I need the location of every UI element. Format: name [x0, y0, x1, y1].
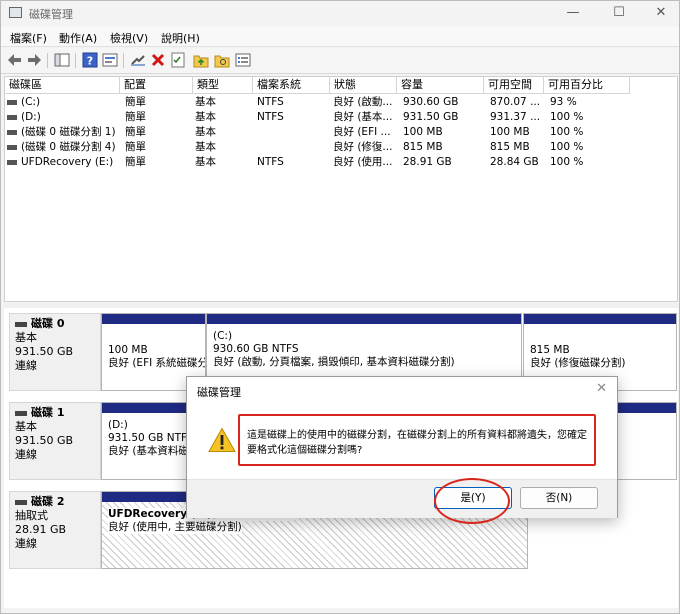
capacity-cell: 100 MB [403, 126, 443, 138]
percent-free-cell: 100 % [550, 126, 584, 138]
layout-cell: 簡單 [125, 126, 146, 138]
volume-name-cell: (D:) [7, 110, 119, 125]
volume-icon [7, 99, 17, 105]
column-header-status[interactable]: 狀態 [330, 77, 397, 94]
back-arrow-icon[interactable] [7, 52, 23, 68]
status-cell: 良好 (啟動... [333, 96, 393, 108]
column-header-layout[interactable]: 配置 [120, 77, 193, 94]
filesystem-cell: NTFS [257, 96, 284, 108]
close-button[interactable]: ✕ [646, 4, 676, 22]
disk-icon [15, 410, 27, 416]
no-button[interactable]: 否(N) [520, 487, 598, 509]
forward-arrow-icon[interactable] [26, 52, 42, 68]
volume-icon [7, 129, 17, 135]
free-space-cell: 28.84 GB [490, 156, 539, 168]
status-cell: 良好 (基本... [333, 111, 393, 123]
free-space-cell: 870.07 ... [490, 96, 541, 108]
dialog-message: 這是磁碟上的使用中的磁碟分割，在磁碟分割上的所有資料都將遺失，您確定要格式化這個… [238, 414, 596, 466]
dialog-close-button[interactable]: ✕ [596, 381, 607, 396]
capacity-cell: 28.91 GB [403, 156, 452, 168]
volume-icon [7, 144, 17, 150]
column-header-type[interactable]: 類型 [193, 77, 253, 94]
disk-0-label[interactable]: 磁碟 0 基本 931.50 GB 連線 [9, 313, 101, 391]
status-cell: 良好 (修復... [333, 141, 393, 153]
capacity-cell: 930.60 GB [403, 96, 459, 108]
status-cell: 良好 (EFI ... [333, 126, 391, 138]
type-cell: 基本 [195, 141, 216, 153]
menu-bar: 檔案(F) 動作(A) 檢視(V) 說明(H) [1, 27, 679, 47]
free-space-cell: 815 MB [490, 141, 530, 153]
partition-bar [102, 314, 205, 324]
delete-icon[interactable] [150, 52, 166, 68]
capacity-cell: 815 MB [403, 141, 443, 153]
volume-icon [7, 114, 17, 120]
type-cell: 基本 [195, 156, 216, 168]
menu-action[interactable]: 動作(A) [59, 30, 97, 46]
list-view-icon[interactable] [235, 52, 251, 68]
disk-icon [15, 321, 27, 327]
title-bar: 磁碟管理 — ☐ ✕ [1, 1, 679, 25]
percent-free-cell: 100 % [550, 141, 584, 153]
properties-icon[interactable] [102, 52, 118, 68]
volume-name-cell: UFDRecovery (E:) [7, 155, 119, 170]
maximize-button[interactable]: ☐ [604, 4, 634, 22]
menu-view[interactable]: 檢視(V) [110, 30, 148, 46]
filesystem-cell: NTFS [257, 111, 284, 123]
partition-bar [207, 314, 521, 324]
column-header-percent-free[interactable]: 可用百分比 [544, 77, 630, 94]
type-cell: 基本 [195, 96, 216, 108]
free-space-cell: 100 MB [490, 126, 530, 138]
layout-cell: 簡單 [125, 111, 146, 123]
format-confirmation-dialog: 磁碟管理 ✕ 這是磁碟上的使用中的磁碟分割，在磁碟分割上的所有資料都將遺失，您確… [186, 376, 618, 518]
dialog-title: 磁碟管理 [197, 386, 241, 399]
disk-2-label[interactable]: 磁碟 2 抽取式 28.91 GB 連線 [9, 491, 101, 569]
volume-icon [7, 159, 17, 165]
column-header-capacity[interactable]: 容量 [397, 77, 484, 94]
layout-cell: 簡單 [125, 96, 146, 108]
percent-free-cell: 100 % [550, 111, 584, 123]
window-title: 磁碟管理 [29, 8, 73, 21]
disk-management-window: 磁碟管理 — ☐ ✕ 檔案(F) 動作(A) 檢視(V) 說明(H) ? 磁碟區… [0, 0, 680, 614]
toolbar-separator [123, 53, 124, 68]
volume-list[interactable]: 磁碟區 配置 類型 檔案系統 狀態 容量 可用空間 可用百分比 (C:) 簡單 … [4, 76, 678, 302]
column-header-free-space[interactable]: 可用空間 [484, 77, 544, 94]
status-cell: 良好 (使用... [333, 156, 393, 168]
percent-free-cell: 93 % [550, 96, 577, 108]
percent-free-cell: 100 % [550, 156, 584, 168]
partition-bar [524, 314, 676, 324]
capacity-cell: 931.50 GB [403, 111, 459, 123]
disk-management-app-icon [9, 7, 22, 18]
volume-name-cell: (C:) [7, 95, 119, 110]
toolbar: ? [1, 48, 679, 74]
disk-1-label[interactable]: 磁碟 1 基本 931.50 GB 連線 [9, 402, 101, 480]
connect-icon[interactable] [130, 52, 146, 68]
console-tree-icon[interactable] [54, 52, 70, 68]
checklist-icon[interactable] [170, 52, 186, 68]
layout-cell: 簡單 [125, 141, 146, 153]
folder-search-icon[interactable] [214, 52, 230, 68]
volume-name-cell: (磁碟 0 磁碟分割 1) [7, 125, 119, 140]
type-cell: 基本 [195, 111, 216, 123]
toolbar-separator [47, 53, 48, 68]
layout-cell: 簡單 [125, 156, 146, 168]
svg-text:?: ? [87, 55, 93, 68]
yes-button[interactable]: 是(Y) [434, 487, 512, 509]
warning-icon [208, 427, 236, 453]
filesystem-cell: NTFS [257, 156, 284, 168]
free-space-cell: 931.37 ... [490, 111, 541, 123]
volume-name-cell: (磁碟 0 磁碟分割 4) [7, 140, 119, 155]
help-icon[interactable]: ? [82, 52, 98, 68]
disk-icon [15, 499, 27, 505]
column-header-volume[interactable]: 磁碟區 [5, 77, 120, 94]
folder-up-icon[interactable] [193, 52, 209, 68]
minimize-button[interactable]: — [558, 4, 588, 22]
column-header-filesystem[interactable]: 檔案系統 [253, 77, 330, 94]
toolbar-separator [75, 53, 76, 68]
type-cell: 基本 [195, 126, 216, 138]
menu-help[interactable]: 說明(H) [161, 30, 200, 46]
menu-file[interactable]: 檔案(F) [10, 30, 47, 46]
